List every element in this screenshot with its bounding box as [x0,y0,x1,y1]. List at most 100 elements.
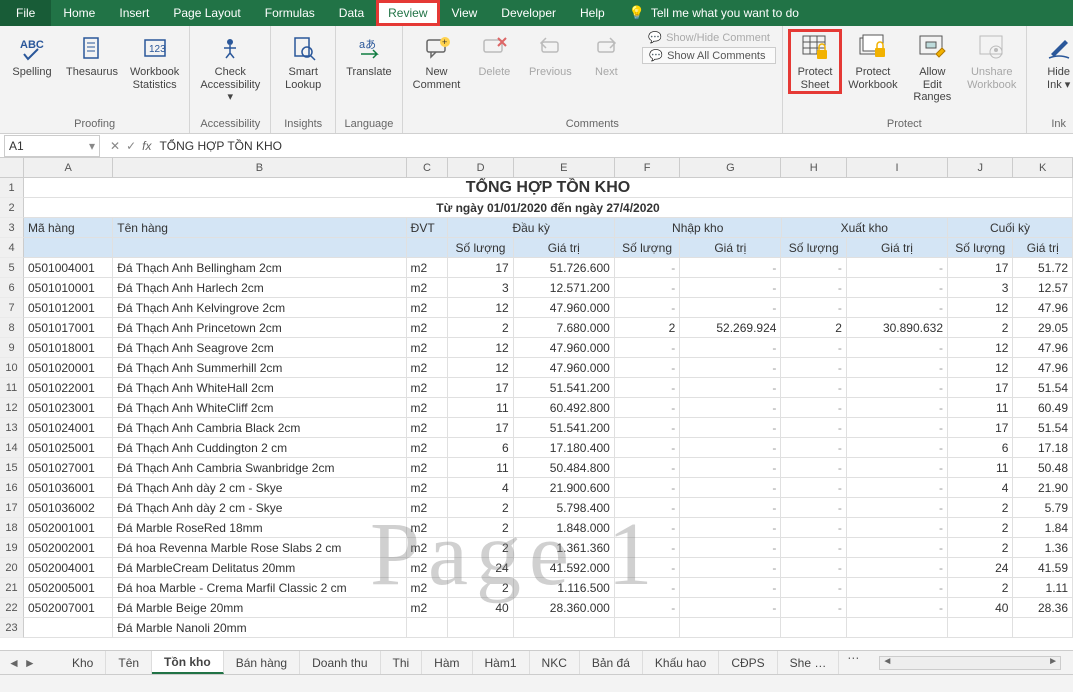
cell[interactable]: 17 [448,378,513,397]
cell[interactable]: m2 [407,598,449,617]
cell[interactable]: 28.36 [1013,598,1073,617]
cell[interactable]: - [615,458,680,477]
cell[interactable]: 0501023001 [24,398,113,417]
cell[interactable]: m2 [407,278,449,297]
cell[interactable]: 0501004001 [24,258,113,277]
cell[interactable]: 0501027001 [24,458,113,477]
cell[interactable]: 0501018001 [24,338,113,357]
cell[interactable]: m2 [407,398,449,417]
cell[interactable]: - [847,398,948,417]
col-header-I[interactable]: I [847,158,948,178]
cell[interactable]: Cuối kỳ [948,218,1073,237]
cell[interactable]: 47.96 [1013,358,1073,377]
cell[interactable]: Giá trị [847,238,948,257]
cell[interactable]: - [781,498,846,517]
sheet-overflow[interactable]: ⋯ [839,651,867,674]
cell[interactable]: 40 [448,598,513,617]
tab-insert[interactable]: Insert [107,0,161,26]
cell[interactable]: Nhập kho [615,218,782,237]
cell[interactable]: 0501010001 [24,278,113,297]
cell[interactable]: - [781,558,846,577]
cell[interactable]: 2 [948,518,1013,537]
cell[interactable]: Đá Thạch Anh WhiteCliff 2cm [113,398,406,417]
row-header[interactable]: 8 [0,318,24,338]
cell[interactable]: m2 [407,538,449,557]
cell[interactable] [407,618,449,637]
row-header[interactable]: 23 [0,618,24,638]
cell[interactable]: 4 [948,478,1013,497]
sheet-nav[interactable]: ◄► [0,656,60,670]
cell[interactable]: - [680,278,781,297]
cell[interactable] [948,618,1013,637]
cell[interactable]: m2 [407,258,449,277]
cell[interactable]: m2 [407,478,449,497]
cell[interactable]: - [680,338,781,357]
cell[interactable]: Đá Thạch Anh Cambria Swanbridge 2cm [113,458,406,477]
cell[interactable]: ĐVT [407,218,449,237]
cell[interactable]: 51.54 [1013,418,1073,437]
tab-data[interactable]: Data [327,0,376,26]
enter-icon[interactable]: ✓ [126,139,136,153]
cell[interactable]: - [680,578,781,597]
cell[interactable]: 47.960.000 [514,298,615,317]
cell[interactable]: 11 [948,398,1013,417]
cell[interactable] [113,238,406,257]
cell[interactable]: 24 [948,558,1013,577]
cell[interactable]: - [847,498,948,517]
cell[interactable]: - [615,398,680,417]
col-header-H[interactable]: H [781,158,846,178]
cell[interactable]: - [615,518,680,537]
cell[interactable]: 40 [948,598,1013,617]
sheet-tab-ham[interactable]: Hàm [422,651,472,674]
cell[interactable]: Tên hàng [113,218,406,237]
cell[interactable]: 0502007001 [24,598,113,617]
cell[interactable]: Từ ngày 01/01/2020 đến ngày 27/4/2020 [24,198,1073,217]
cell[interactable]: - [781,538,846,557]
cell[interactable]: 0501024001 [24,418,113,437]
cell[interactable]: Đá Thạch Anh Cambria Black 2cm [113,418,406,437]
row-header[interactable]: 3 [0,218,24,238]
protect-workbook-button[interactable]: Protect Workbook [845,30,901,93]
cell[interactable]: Đá Thạch Anh Harlech 2cm [113,278,406,297]
cell[interactable]: m2 [407,518,449,537]
cell[interactable]: - [615,438,680,457]
cell[interactable]: 41.59 [1013,558,1073,577]
sheet-prev-icon[interactable]: ◄ [8,656,20,670]
cell[interactable]: 52.269.924 [680,318,781,337]
cell[interactable]: 1.36 [1013,538,1073,557]
cell[interactable]: - [847,598,948,617]
cell[interactable]: - [847,478,948,497]
col-header-B[interactable]: B [113,158,406,178]
cell[interactable]: 50.48 [1013,458,1073,477]
cell[interactable]: - [615,558,680,577]
row-header[interactable]: 14 [0,438,24,458]
row-header[interactable]: 4 [0,238,24,258]
cell[interactable]: 2 [448,498,513,517]
col-header-K[interactable]: K [1013,158,1073,178]
tab-pagelayout[interactable]: Page Layout [161,0,252,26]
row-header[interactable]: 9 [0,338,24,358]
cell[interactable]: m2 [407,318,449,337]
cell[interactable]: 12.57 [1013,278,1073,297]
sheet-tab-cdps[interactable]: CĐPS [719,651,777,674]
cell[interactable]: 2 [615,318,680,337]
row-header[interactable]: 19 [0,538,24,558]
sheet-next-icon[interactable]: ► [24,656,36,670]
cell[interactable]: Mã hàng [24,218,113,237]
cells-area[interactable]: TỔNG HỢP TỒN KHOTừ ngày 01/01/2020 đến n… [24,178,1073,638]
cell[interactable]: - [680,558,781,577]
cell[interactable]: Đá Thạch Anh Cuddington 2 cm [113,438,406,457]
tab-home[interactable]: Home [51,0,107,26]
select-all-corner[interactable] [0,158,24,178]
cell[interactable]: 0501036001 [24,478,113,497]
cell[interactable]: - [781,418,846,437]
cell[interactable]: 47.960.000 [514,338,615,357]
cell[interactable]: 17 [948,378,1013,397]
cell[interactable]: 17 [948,418,1013,437]
thesaurus-button[interactable]: Thesaurus [62,30,122,81]
row-header[interactable]: 20 [0,558,24,578]
sheet-tab-doanhthu[interactable]: Doanh thu [300,651,380,674]
cell[interactable]: - [615,358,680,377]
cell[interactable]: 12 [948,338,1013,357]
cell[interactable]: Đá hoa Marble - Crema Marfil Classic 2 c… [113,578,406,597]
